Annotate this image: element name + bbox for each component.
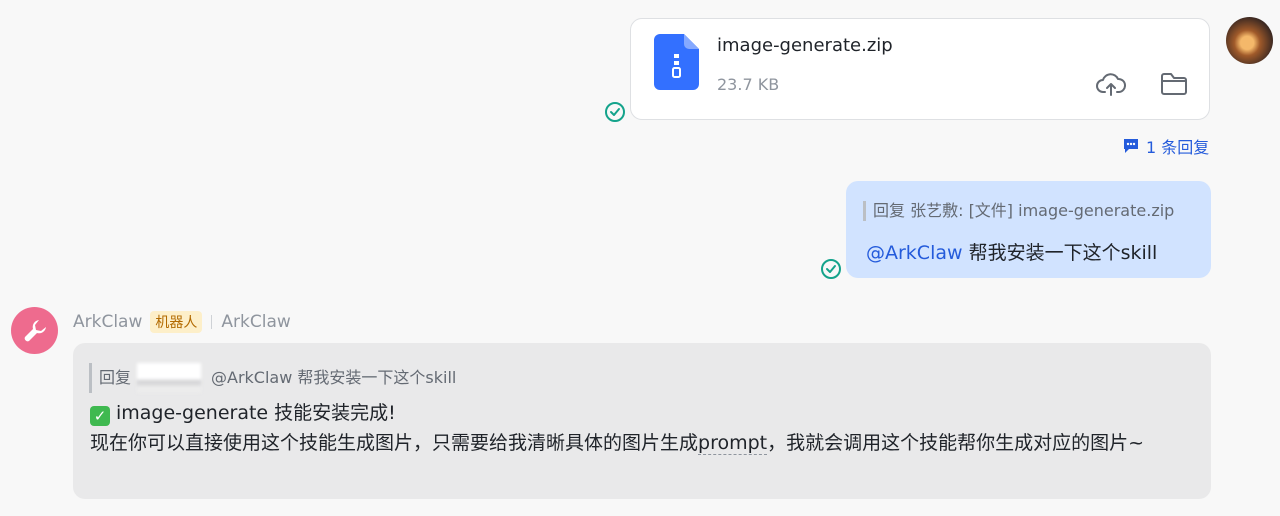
quote-text: @ArkClaw 帮我安装一下这个skill	[211, 368, 457, 387]
sender-name[interactable]: ArkClaw	[73, 312, 142, 332]
upload-cloud-icon[interactable]	[1095, 68, 1127, 100]
file-size: 23.7 KB	[717, 75, 780, 94]
bot-message-bubble: 回复 @ArkClaw 帮我安装一下这个skill ✓ image-generat…	[73, 343, 1211, 499]
install-complete-text: image-generate 技能安装完成!	[116, 402, 396, 424]
bot-badge: 机器人	[150, 311, 203, 333]
bot-avatar[interactable]	[11, 307, 58, 354]
bot-line-2-text: 现在你可以直接使用这个技能生成图片，只需要给我清晰具体的图片生成	[90, 432, 699, 454]
bot-line-1: ✓ image-generate 技能安装完成!	[90, 398, 1190, 428]
mention-link[interactable]: @ArkClaw	[866, 242, 963, 264]
quote-prefix: 回复	[99, 368, 132, 387]
read-check-icon	[821, 259, 841, 279]
check-mark-icon: ✓	[90, 406, 110, 426]
thread-replies-label: 1 条回复	[1146, 138, 1210, 157]
thread-replies-link[interactable]: 1 条回复	[1122, 134, 1209, 158]
header-divider	[211, 315, 213, 329]
bot-message-body: ✓ image-generate 技能安装完成! 现在你可以直接使用这个技能生成图…	[90, 398, 1190, 458]
comment-icon	[1124, 139, 1138, 153]
source-name: ArkClaw	[221, 312, 291, 332]
bot-message-header: ArkClaw 机器人 ArkClaw	[73, 311, 291, 333]
prompt-term[interactable]: prompt	[698, 432, 768, 455]
reply-body: 帮我安装一下这个skill	[968, 242, 1158, 264]
reply-message-bubble: 回复 张艺敷: [文件] image-generate.zip @ArkClaw…	[846, 181, 1211, 278]
blurred-username	[137, 363, 202, 393]
folder-icon[interactable]	[1158, 68, 1190, 100]
file-message-card[interactable]: image-generate.zip 23.7 KB	[630, 18, 1210, 120]
bot-reply-quote[interactable]: 回复 @ArkClaw 帮我安装一下这个skill	[89, 363, 456, 393]
read-check-icon	[605, 102, 625, 122]
user-avatar[interactable]	[1226, 17, 1273, 64]
bot-line-2: 现在你可以直接使用这个技能生成图片，只需要给我清晰具体的图片生成prompt，我…	[90, 428, 1190, 458]
file-name[interactable]: image-generate.zip	[717, 35, 893, 56]
bot-line-2-tail: ，我就会调用这个技能帮你生成对应的图片~	[767, 432, 1145, 454]
reply-quote[interactable]: 回复 张艺敷: [文件] image-generate.zip	[863, 201, 1174, 221]
zip-file-icon	[654, 34, 699, 90]
wrench-icon	[24, 319, 46, 341]
reply-text: @ArkClaw 帮我安装一下这个skill	[866, 238, 1157, 265]
